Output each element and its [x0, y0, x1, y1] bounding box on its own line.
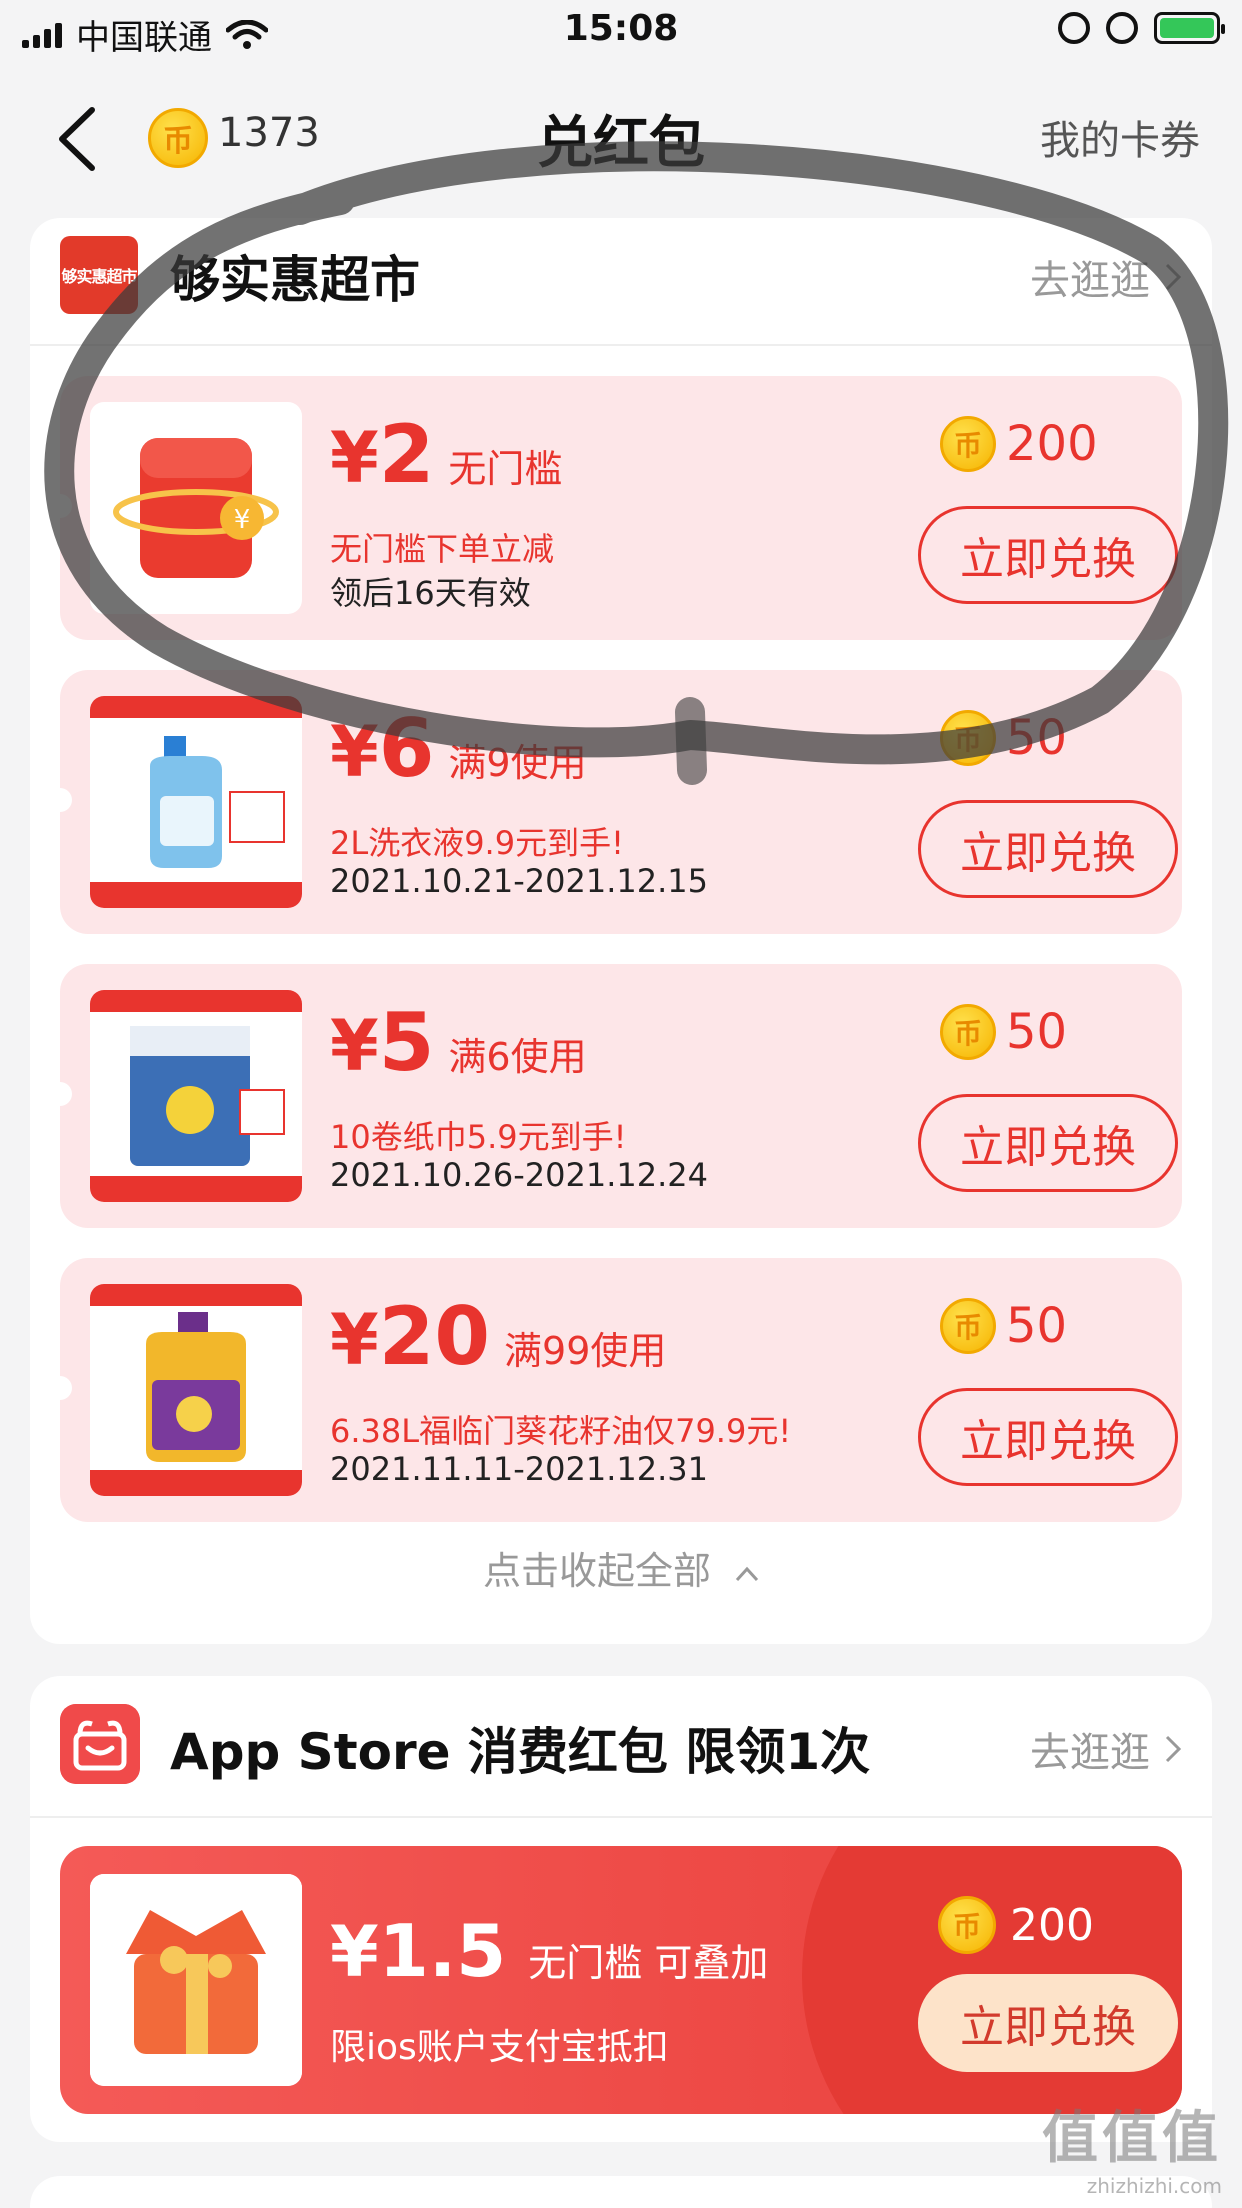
redeem-button[interactable]: 立即兑换: [918, 506, 1178, 604]
redeem-button[interactable]: 立即兑换: [918, 800, 1178, 898]
tissue-product-image: [90, 990, 302, 1202]
gift-box-icon: [60, 1704, 140, 1784]
collapse-label: 点击收起全部: [482, 1549, 711, 1593]
coupon-validity: 2021.11.11-2021.12.31: [330, 1450, 708, 1488]
coupon-amount: ¥1.5: [330, 1909, 507, 1993]
store-section: 够实惠超市 够实惠超市 去逛逛 ¥ ¥2 无门槛 无门槛下单立减 领后16天有效…: [30, 218, 1212, 1644]
coupon-condition: 无门槛 可叠加: [528, 1941, 769, 1985]
coin-icon: [940, 1298, 996, 1354]
coupon-amount: ¥2: [330, 408, 435, 501]
coupon-price: 50: [940, 710, 1067, 766]
coupon-condition: 满9使用: [448, 741, 587, 785]
coupon-validity: 2021.10.21-2021.12.15: [330, 862, 708, 900]
gift-box-image: [90, 1874, 302, 2086]
coupon-amount-row: ¥1.5 无门槛 可叠加: [330, 1906, 768, 1997]
status-time: 15:08: [563, 8, 679, 49]
coupon-amount-row: ¥5 满6使用: [330, 998, 587, 1091]
watermark-logo: 值值值: [1042, 2106, 1222, 2171]
caret-up-icon: [735, 1566, 759, 1581]
coupon-desc: 限ios账户支付宝抵扣: [330, 2027, 669, 2068]
coin-icon: [940, 1004, 996, 1060]
chevron-right-icon: [1165, 263, 1182, 291]
app-store-header: App Store 消费红包 限领1次 去逛逛: [30, 1676, 1212, 1818]
watermark-url: zhizhizhi.com: [1086, 2174, 1222, 2198]
collapse-all-link[interactable]: 点击收起全部: [30, 1540, 1212, 1595]
coupon-amount: ¥6: [330, 702, 435, 795]
coupon-validity: 领后16天有效: [330, 574, 531, 612]
redeem-button[interactable]: 立即兑换: [918, 1094, 1178, 1192]
go-link-label: 去逛逛: [1030, 1730, 1150, 1776]
coin-icon: [940, 710, 996, 766]
status-bar: 中国联通 15:08: [0, 0, 1242, 62]
coupon-amount: ¥20: [330, 1290, 491, 1383]
coupon-amount-row: ¥6 满9使用: [330, 704, 587, 797]
alarm-icon: [1106, 12, 1138, 44]
coupon-condition: 满6使用: [448, 1035, 587, 1079]
next-section-peek: [30, 2176, 1212, 2208]
store-go-link[interactable]: 去逛逛: [1030, 248, 1182, 306]
coupon-condition: 满99使用: [504, 1329, 667, 1373]
coin-icon: [938, 1896, 996, 1954]
redeem-button[interactable]: 立即兑换: [918, 1388, 1178, 1486]
svg-text:¥: ¥: [234, 505, 251, 535]
my-coupons-link[interactable]: 我的卡券: [1040, 108, 1200, 166]
redeem-button[interactable]: 立即兑换: [918, 1974, 1178, 2072]
battery-icon: [1154, 12, 1225, 44]
chevron-right-icon: [1165, 1735, 1182, 1763]
app-store-section: App Store 消费红包 限领1次 去逛逛 ¥1.5 无门槛 可叠加 限io…: [30, 1676, 1212, 2142]
coupon-card: ¥ ¥2 无门槛 无门槛下单立减 领后16天有效 200 立即兑换: [60, 376, 1182, 640]
coupon-validity: 2021.10.26-2021.12.24: [330, 1156, 708, 1194]
rotation-lock-icon: [1058, 12, 1090, 44]
nav-bar: 1373 兑红包 我的卡券: [0, 62, 1242, 212]
coupon-card: ¥6 满9使用 2L洗衣液9.9元到手! 2021.10.21-2021.12.…: [60, 670, 1182, 934]
go-link-label: 去逛逛: [1030, 258, 1150, 304]
coupon-card: ¥5 满6使用 10卷纸巾5.9元到手! 2021.10.26-2021.12.…: [60, 964, 1182, 1228]
app-store-go-link[interactable]: 去逛逛: [1030, 1720, 1182, 1778]
coupon-amount: ¥5: [330, 996, 435, 1089]
store-logo: 够实惠超市: [60, 236, 138, 314]
coupon-price: 200: [938, 1896, 1094, 1954]
coupon-amount-row: ¥20 满99使用: [330, 1292, 666, 1385]
coupon-desc: 6.38L福临门葵花籽油仅79.9元!: [330, 1412, 792, 1450]
coupon-desc: 2L洗衣液9.9元到手!: [330, 824, 624, 862]
app-store-coupon: ¥1.5 无门槛 可叠加 限ios账户支付宝抵扣 200 立即兑换: [60, 1846, 1182, 2114]
coupon-amount-row: ¥2 无门槛: [330, 410, 562, 503]
store-title: 够实惠超市: [170, 251, 420, 309]
coupon-desc: 无门槛下单立减: [330, 530, 555, 568]
coupon-card: ¥20 满99使用 6.38L福临门葵花籽油仅79.9元! 2021.11.11…: [60, 1258, 1182, 1522]
coupon-condition: 无门槛: [448, 447, 563, 491]
cooking-oil-product-image: [90, 1284, 302, 1496]
coupon-price: 50: [940, 1004, 1067, 1060]
store-header: 够实惠超市 够实惠超市 去逛逛: [30, 218, 1212, 346]
status-right: [1058, 12, 1225, 44]
watermark: 值值值 zhizhizhi.com: [1042, 2093, 1222, 2198]
coin-icon: [940, 416, 996, 472]
red-packet-image: ¥: [90, 402, 302, 614]
detergent-product-image: [90, 696, 302, 908]
app-store-title: App Store 消费红包 限领1次: [170, 1723, 871, 1781]
coupon-price: 200: [940, 416, 1098, 472]
coupon-price: 50: [940, 1298, 1067, 1354]
coupon-desc: 10卷纸巾5.9元到手!: [330, 1118, 627, 1156]
